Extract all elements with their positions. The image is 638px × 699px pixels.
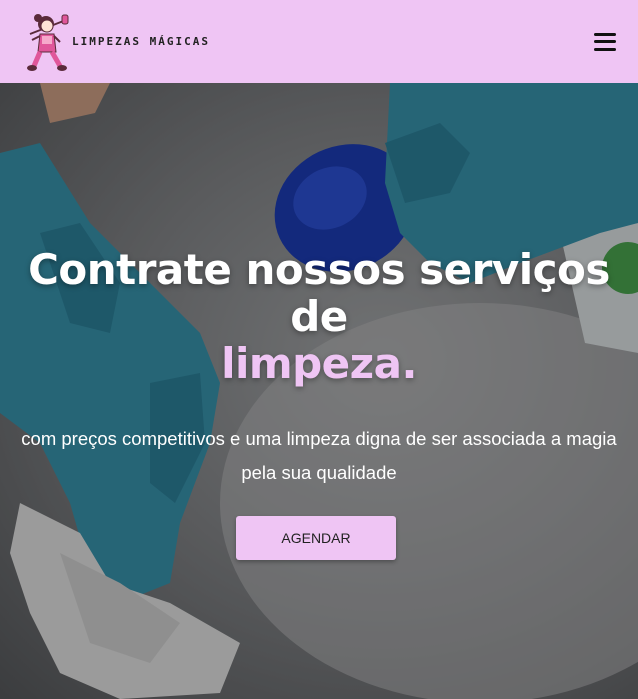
hero-section: Contrate nossos serviços de limpeza. com… (0, 83, 638, 699)
brand-name: LIMPEZAS MÁGICAS (72, 35, 210, 48)
hero-title-line2: de (290, 292, 348, 341)
agendar-button[interactable]: AGENDAR (236, 516, 396, 560)
cleaning-lady-mascot-icon (27, 13, 69, 71)
hero-subtitle-line1: com preços competitivos e uma limpeza di… (21, 428, 617, 449)
hero-subtitle: com preços competitivos e uma limpeza di… (0, 422, 638, 490)
hero-title-highlight: limpeza. (221, 339, 417, 388)
hero-dark-overlay (0, 83, 638, 699)
menu-bar (594, 32, 616, 36)
hamburger-menu-icon[interactable] (594, 32, 616, 51)
menu-bar (594, 47, 616, 51)
hero-title-line1: Contrate nossos serviços (28, 245, 610, 294)
site-header: LIMPEZAS MÁGICAS (0, 0, 638, 83)
brand-logo-link[interactable]: LIMPEZAS MÁGICAS (26, 10, 210, 74)
hero-title: Contrate nossos serviços de limpeza. (0, 246, 638, 387)
hero-subtitle-line2: pela sua qualidade (241, 462, 397, 483)
menu-bar (594, 40, 616, 43)
